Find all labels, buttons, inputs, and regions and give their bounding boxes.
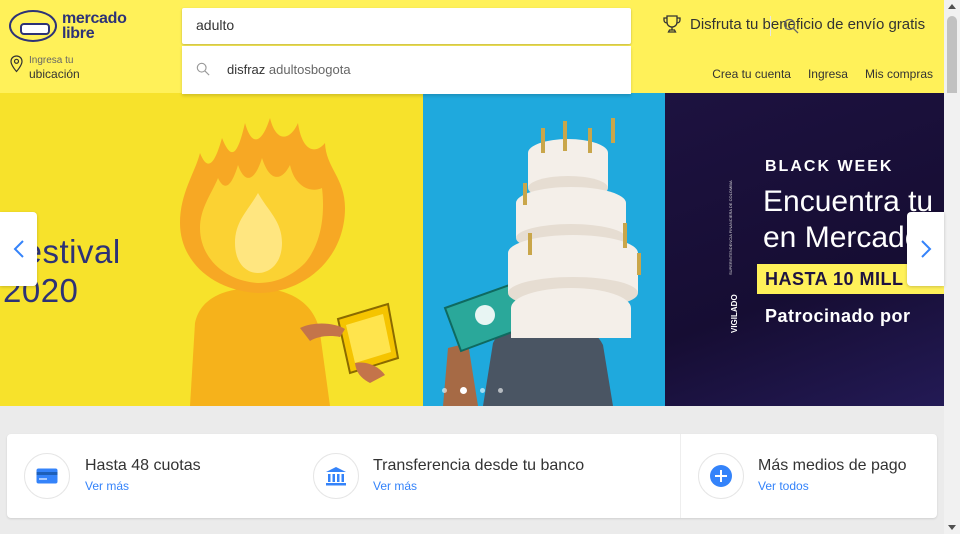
credit-card-icon [24,453,70,499]
create-account-link[interactable]: Crea tu cuenta [712,67,791,81]
location-pin-icon [10,55,23,73]
payment-title: Más medios de pago [758,457,907,474]
suggestion-text: disfraz adultosbogota [227,62,351,77]
vigilado-text: VIGILADO [730,294,739,333]
promo-text: Disfruta tu beneficio de envío gratis [690,15,926,33]
mercadolibre-logo[interactable]: mercado libre [9,10,127,42]
search-input[interactable] [196,17,576,33]
black-week-label: BLACK WEEK [765,158,894,175]
payment-methods: Hasta 48 cuotas Ver más Transferencia de… [7,434,937,518]
scroll-thumb[interactable] [947,16,957,104]
payment-installments[interactable]: Hasta 48 cuotas Ver más [7,434,294,518]
scroll-up-arrow[interactable] [948,4,956,9]
chevron-right-icon [920,240,931,258]
sponsor-text: Patrocinado por [765,306,911,326]
carousel-next-button[interactable] [907,212,944,286]
payment-title: Hasta 48 cuotas [85,457,201,474]
cake-head-illustration [443,118,641,406]
suggestion-bold: disfraz [227,62,266,77]
payment-link[interactable]: Ver todos [758,479,809,493]
carousel-dot[interactable] [498,388,503,393]
vigilado-vertical-text: VIGILADO SUPERINTENDENCIA FINANCIERA DE … [728,180,739,333]
payment-title: Transferencia desde tu banco [373,457,585,474]
logo-line-1: mercado [62,10,127,27]
slide-anniversary[interactable] [423,93,665,406]
payment-bank-transfer[interactable]: Transferencia desde tu banco Ver más [294,434,680,518]
search-suggestion[interactable]: disfraz adultosbogota [182,46,631,94]
trophy-icon [663,15,681,33]
bank-icon [313,453,359,499]
slide-festival[interactable]: Festival 2020 [0,93,423,406]
superintendencia-text: SUPERINTENDENCIA FINANCIERA DE COLOMBIA [728,180,733,275]
carousel-dot[interactable] [442,388,447,393]
carousel-dot[interactable] [480,388,485,393]
location-hint: Ingresa tu [29,55,74,66]
location-selector[interactable]: Ingresa tu ubicación [10,55,80,81]
search-button[interactable] [774,15,807,37]
search-icon [783,18,798,34]
carousel-dots [442,387,503,394]
suggestion-rest: adultosbogota [265,62,351,77]
search-bar [182,8,798,44]
payment-link[interactable]: Ver más [85,479,129,493]
logo-line-2: libre [62,25,95,42]
payment-more-methods[interactable]: Más medios de pago Ver todos [680,434,937,518]
handshake-icon [9,10,57,42]
badge-text: HASTA 10 MILL [765,269,904,289]
search-divider [770,16,771,36]
plus-circle-icon [698,453,744,499]
scroll-down-arrow[interactable] [948,525,956,530]
user-nav: Crea tu cuenta Ingresa Mis compras [712,67,933,81]
login-link[interactable]: Ingresa [808,67,848,81]
carousel-dot-active[interactable] [460,387,467,394]
carousel-prev-button[interactable] [0,212,37,286]
my-purchases-link[interactable]: Mis compras [865,67,933,81]
location-label: ubicación [29,67,80,81]
search-icon [196,62,210,76]
chevron-left-icon [13,240,24,258]
payment-link[interactable]: Ver más [373,479,417,493]
